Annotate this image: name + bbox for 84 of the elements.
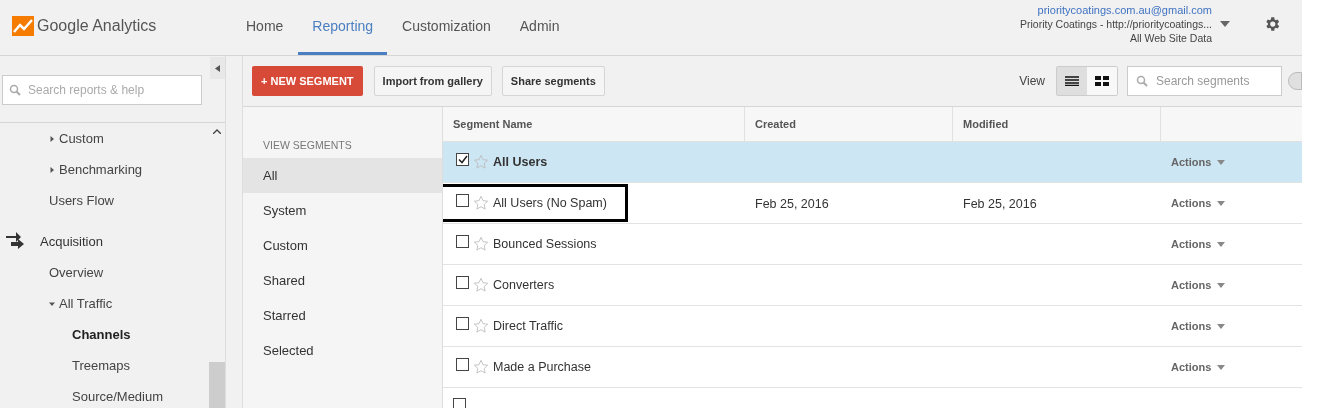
property-name: Priority Coatings - http://prioritycoatings... — [1020, 17, 1212, 31]
segment-name[interactable]: Made a Purchase — [493, 357, 591, 377]
caret-icon — [1217, 323, 1226, 329]
segment-name[interactable]: All Users (No Spam) — [493, 193, 607, 213]
sidebar-item[interactable]: Overview — [49, 262, 104, 283]
sidebar-item[interactable]: Treemaps — [72, 355, 131, 376]
grid-view-button[interactable] — [1087, 67, 1117, 95]
grid-icon — [1095, 76, 1109, 86]
segment-filter[interactable]: Shared — [243, 262, 442, 298]
sidebar-section[interactable]: Acquisition — [40, 231, 103, 251]
checkbox[interactable] — [456, 234, 469, 248]
search-icon — [9, 84, 21, 96]
checkbox[interactable] — [456, 316, 469, 330]
caret-icon — [1217, 200, 1226, 206]
segment-name[interactable]: Bounced Sessions — [493, 234, 597, 254]
new-segment-button[interactable]: + NEW SEGMENT — [252, 66, 363, 96]
caret-icon[interactable] — [1220, 21, 1230, 27]
star-icon[interactable] — [473, 236, 489, 252]
search-field[interactable]: Search reports & help — [2, 75, 202, 105]
split-arrows-icon — [6, 231, 26, 251]
nav-tab[interactable]: Customization — [388, 0, 505, 55]
table-row[interactable]: All Users (No Spam) Feb 25, 2016 Feb 25, 2016 Actions — [443, 183, 1302, 224]
chart-logo-icon — [12, 15, 34, 36]
segment-filter[interactable]: Custom — [243, 227, 442, 263]
segment-filter[interactable]: All — [243, 157, 442, 193]
account-email[interactable]: prioritycoatings.com.au@gmail.com — [1037, 3, 1212, 17]
nav-tab[interactable]: Home — [232, 0, 298, 55]
actions-menu[interactable]: Actions — [1171, 276, 1226, 294]
segment-name[interactable]: Converters — [493, 275, 555, 295]
caret-icon — [215, 64, 220, 72]
actions-menu[interactable]: Actions — [1171, 317, 1226, 335]
caret-icon[interactable] — [49, 166, 55, 173]
sidebar-item[interactable]: Users Flow — [49, 190, 114, 211]
check-icon — [457, 154, 468, 164]
table-row[interactable]: All Users Actions — [443, 142, 1302, 183]
list-view-button[interactable] — [1057, 67, 1087, 95]
checkbox[interactable] — [456, 275, 469, 289]
actions-menu[interactable]: Actions — [1171, 235, 1226, 253]
collapse-button[interactable] — [210, 57, 225, 79]
segment-filter[interactable]: Starred — [243, 297, 442, 333]
toolbar-button[interactable]: Share segments — [501, 66, 605, 96]
caret-icon[interactable] — [49, 300, 55, 307]
column-header[interactable]: Segment Name — [443, 107, 745, 141]
caret-icon — [1217, 241, 1226, 247]
checkbox[interactable] — [456, 357, 469, 371]
column-header[interactable]: Created — [745, 107, 953, 141]
nav-heading: VIEW SEGMENTS — [262, 138, 353, 153]
actions-menu[interactable]: Actions — [1171, 153, 1226, 171]
sidebar-item[interactable]: Source/Medium — [72, 386, 164, 407]
checkbox[interactable] — [456, 193, 469, 207]
toolbar-button[interactable]: Import from gallery — [373, 66, 492, 96]
nav-tab[interactable]: Admin — [505, 0, 574, 55]
actions-menu[interactable]: Actions — [1171, 194, 1226, 212]
view-name: All Web Site Data — [1129, 31, 1212, 45]
star-icon[interactable] — [473, 359, 489, 375]
sidebar-item[interactable]: Channels — [72, 324, 131, 345]
star-icon[interactable] — [473, 154, 489, 170]
scrollbar-thumb[interactable] — [209, 362, 225, 408]
star-icon[interactable] — [473, 195, 489, 211]
list-icon — [1065, 76, 1079, 86]
view-label: View — [1019, 73, 1045, 90]
segment-name[interactable]: All Users — [493, 152, 548, 172]
brand-name: Google Analytics — [37, 15, 157, 36]
star-icon[interactable] — [473, 277, 489, 293]
segment-name[interactable]: Direct Traffic — [493, 316, 563, 336]
checkbox[interactable] — [453, 398, 466, 408]
sidebar-item[interactable]: Custom — [59, 128, 104, 149]
up-caret-icon[interactable] — [213, 129, 221, 134]
actions-menu[interactable]: Actions — [1171, 358, 1226, 376]
sidebar-item[interactable]: All Traffic — [59, 293, 113, 314]
column-header[interactable]: Modified — [953, 107, 1161, 141]
modified-date: Feb 25, 2016 — [963, 197, 1037, 211]
caret-icon — [1217, 364, 1226, 370]
segment-search-field[interactable]: Search segments — [1127, 66, 1282, 96]
caret-icon — [1217, 159, 1226, 165]
caret-icon[interactable] — [49, 135, 55, 142]
checkbox[interactable] — [456, 152, 469, 166]
sidebar-item[interactable]: Benchmarking — [59, 159, 143, 180]
segment-filter[interactable]: Selected — [243, 332, 442, 368]
created-date: Feb 25, 2016 — [755, 197, 829, 211]
star-icon[interactable] — [473, 318, 489, 334]
search-icon — [1136, 75, 1148, 87]
segment-filter[interactable]: System — [243, 192, 442, 228]
caret-icon — [1217, 282, 1226, 288]
